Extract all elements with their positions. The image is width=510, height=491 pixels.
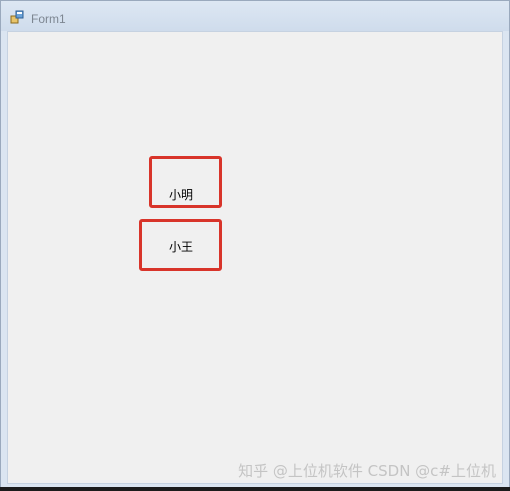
form-client-area: [7, 31, 503, 484]
watermark-text: 知乎 @上位机软件 CSDN @c#上位机: [238, 462, 496, 480]
window-title: Form1: [31, 12, 66, 26]
label-xiaoming: 小明: [169, 188, 194, 202]
form1-window: Form1: [0, 0, 510, 491]
winforms-app-icon: [10, 10, 24, 24]
label-xiaowang: 小王: [169, 240, 194, 254]
title-bar[interactable]: Form1: [1, 1, 509, 31]
window-bottom-edge: [0, 487, 510, 491]
